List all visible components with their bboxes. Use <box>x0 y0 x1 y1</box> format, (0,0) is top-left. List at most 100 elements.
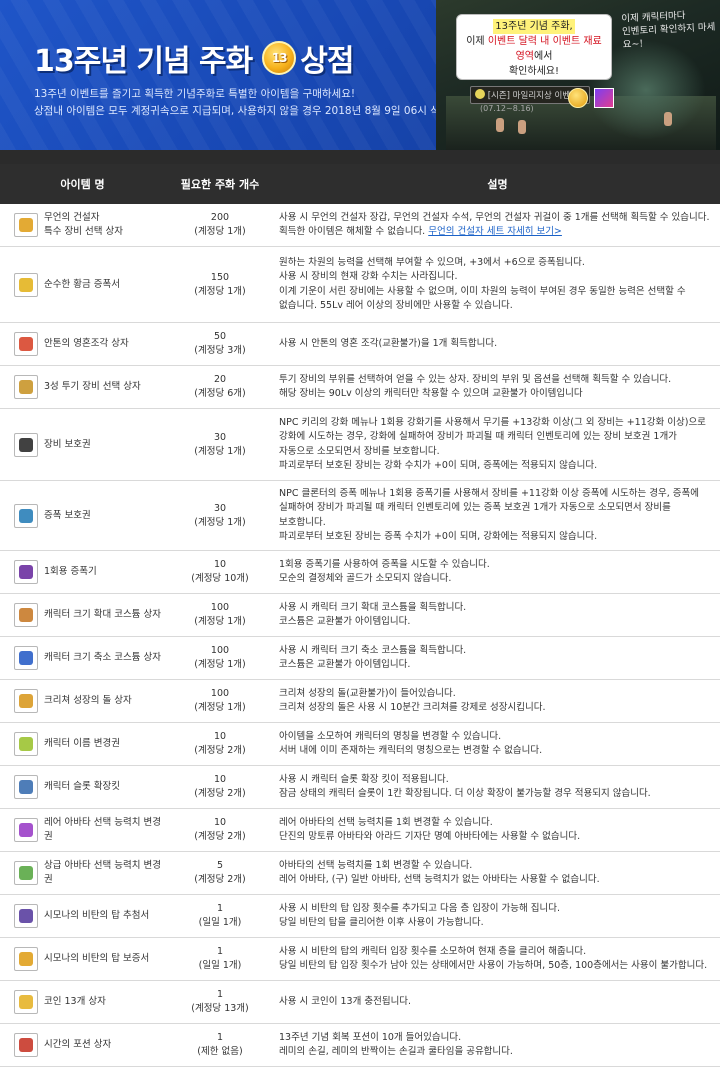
coin-price: 200 <box>210 212 230 223</box>
item-name-line: 레어 아바타 선택 능력치 변경권 <box>44 817 161 842</box>
purchase-limit: (일일 1개) <box>198 917 242 928</box>
coin-count-cell: 10 (계정당 2개) <box>165 773 275 801</box>
item-name-line: 순수한 황금 증폭서 <box>44 278 120 290</box>
table-row: 캐릭터 슬롯 확장킷 10 (계정당 2개) 사용 시 캐릭터 슬롯 확장 킷이 적용… <box>0 766 720 809</box>
table-row: 3성 투기 장비 선택 상자 20 (계정당 6개) 투기 장비의 부위를 선택하여 … <box>0 366 720 409</box>
event-bar-date: (07.12~8.16) <box>480 104 534 113</box>
table-row: 증폭 보호권 30 (계정당 1개) NPC 클론터의 증폭 메뉴나 1회용 증폭기를… <box>0 481 720 551</box>
item-name-cell: 장비 보호권 <box>0 409 165 480</box>
coin-count-cell: 20 (계정당 6개) <box>165 373 275 401</box>
item-name-line: 캐릭터 이름 변경권 <box>44 738 120 749</box>
set-details-link[interactable]: 무언의 건설자 세트 자세히 보기> <box>428 226 562 237</box>
coin-price: 10 <box>213 731 227 742</box>
item-name-line: 3성 투기 장비 선택 상자 <box>44 381 141 392</box>
item-icon <box>14 732 38 756</box>
item-icon <box>14 213 38 237</box>
item-name: 캐릭터 크기 확대 코스튬 상자 <box>44 608 161 622</box>
coin-price: 1 <box>216 1032 224 1043</box>
description-line: 13주년 기념 회복 포션이 10개 들어있습니다. <box>279 1031 462 1043</box>
coin-price: 100 <box>210 645 230 656</box>
character-figure <box>518 120 526 134</box>
table-row: 캐릭터 크기 축소 코스튬 상자 100 (계정당 1개) 사용 시 캐릭터 크기 축… <box>0 637 720 680</box>
item-name-line: 무언의 건설자 <box>44 212 100 223</box>
description-line: 잠금 상태의 캐릭터 슬롯이 1칸 확장됩니다. 더 이상 확장이 불가능할 경… <box>279 788 651 799</box>
description-cell: 사용 시 캐릭터 슬롯 확장 킷이 적용됩니다. 잠금 상태의 캐릭터 슬롯이 1… <box>275 773 720 802</box>
item-icon <box>14 990 38 1014</box>
purchase-limit: (일일 1개) <box>198 960 242 971</box>
game-screenshot: 13주년 기념 주화, 이제 이벤트 달력 내 이벤트 재료 영역에서 확인하세… <box>436 0 720 150</box>
description-line: 사용 시 비탄의 탑 입장 횟수를 추가되고 다음 층 입장이 가능해 집니다. <box>279 902 560 914</box>
description-cell: 사용 시 비탄의 탑 입장 횟수를 추가되고 다음 층 입장이 가능해 집니다.… <box>275 902 720 931</box>
item-name-cell: 캐릭터 이름 변경권 <box>0 723 165 765</box>
purchase-limit: (계정당 2개) <box>194 745 246 756</box>
coin-price: 1 <box>216 903 224 914</box>
item-icon <box>14 432 38 457</box>
purchase-limit: (제한 없음) <box>197 1046 243 1057</box>
description-text: 획득한 아이템은 해체할 수 없습니다. <box>279 226 426 237</box>
item-name: 캐릭터 슬롯 확장킷 <box>44 780 120 794</box>
purchase-limit: (계정당 1개) <box>194 702 246 713</box>
description-line: 사용 시 캐릭터 크기 확대 코스튬을 획득합니다. <box>279 601 467 613</box>
coin-icon-label: 13 <box>271 51 288 65</box>
item-name: 캐릭터 크기 축소 코스튬 상자 <box>44 651 161 665</box>
coin-price: 30 <box>213 502 227 514</box>
description-line: 서버 내에 이미 존재하는 캐릭터의 명칭으로는 변경할 수 없습니다. <box>279 745 543 756</box>
coin-count-cell: 200 (계정당 1개) <box>165 211 275 239</box>
description-line: 모순의 결정체와 골드가 소모되지 않습니다. <box>279 573 452 584</box>
description-line: NPC 클론터의 증폭 메뉴나 1회용 증폭기를 사용해서 장비를 +11강화 … <box>279 487 699 499</box>
header-item-name: 아이템 명 <box>60 178 105 191</box>
description-line: 이계 기운이 서린 장비에는 사용할 수 없으며, 이미 차원의 능력이 부여된… <box>279 285 686 297</box>
table-row: 순수한 황금 증폭서 150 (계정당 1개) 원하는 차원의 능력을 선택해 부여할… <box>0 247 720 323</box>
item-name-cell: 순수한 황금 증폭서 <box>0 247 165 322</box>
description-line: 사용 시 코인이 13개 충전됩니다. <box>279 995 412 1007</box>
item-name-cell: 크리쳐 성장의 돌 상자 <box>0 680 165 722</box>
coin-count-cell: 100 (계정당 1개) <box>165 644 275 672</box>
item-name-cell: 캐릭터 슬롯 확장킷 <box>0 766 165 808</box>
table-row: 시간의 포션 상자 1 (제한 없음) 13주년 기념 회복 포션이 10개 들어있습… <box>0 1024 720 1067</box>
bubble-line: 에서 <box>534 51 553 62</box>
item-name-line: 장비 보호권 <box>44 438 91 450</box>
header-description: 설명 <box>487 178 508 191</box>
purchase-limit: (계정당 1개) <box>194 226 246 237</box>
coin-price: 150 <box>210 271 230 283</box>
item-name-line: 안톤의 영혼조각 상자 <box>44 338 129 349</box>
description-line: 파괴로부터 보호된 장비는 강화 수치가 +0이 되며, 증폭에는 적용되지 않… <box>279 460 598 471</box>
speech-bubble: 13주년 기념 주화, 이제 이벤트 달력 내 이벤트 재료 영역에서 확인하세… <box>456 14 612 80</box>
item-name-cell: 시간의 포션 상자 <box>0 1024 165 1066</box>
item-name-cell: 안톤의 영혼조각 상자 <box>0 323 165 365</box>
item-name: 시간의 포션 상자 <box>44 1038 111 1052</box>
table-row: 안톤의 영혼조각 상자 50 (계정당 3개) 사용 시 안톤의 영혼 조각(교환불가… <box>0 323 720 366</box>
item-icon <box>14 646 38 670</box>
item-name: 무언의 건설자특수 장비 선택 상자 <box>44 211 123 239</box>
coin-count-cell: 1 (일일 1개) <box>165 902 275 930</box>
item-name-line: 1회용 증폭기 <box>44 566 97 577</box>
description-line: 사용 시 비탄의 탑의 캐릭터 입장 횟수를 소모하여 현재 층을 클리어 해줍… <box>279 945 587 957</box>
item-name-line: 캐릭터 슬롯 확장킷 <box>44 781 120 792</box>
item-name: 크리쳐 성장의 돌 상자 <box>44 694 132 708</box>
description-line: 없습니다. 55Lv 레어 이상의 장비에만 사용할 수 있습니다. <box>279 300 513 311</box>
item-icon <box>14 689 38 713</box>
table-row: 장비 보호권 30 (계정당 1개) NPC 키리의 강화 메뉴나 1회용 강화기를 … <box>0 409 720 481</box>
description-line: 아바타의 선택 능력치를 1회 변경할 수 있습니다. <box>279 859 473 871</box>
description-line: 크리쳐 성장의 돌은 사용 시 10분간 크리쳐를 강제로 성장시킵니다. <box>279 702 546 713</box>
coin-count-cell: 10 (계정당 2개) <box>165 816 275 844</box>
coin-count-cell: 30 (계정당 1개) <box>165 502 275 530</box>
item-icon <box>14 1033 38 1057</box>
purchase-limit: (계정당 2개) <box>194 874 246 885</box>
item-name-line: 캐릭터 크기 확대 코스튬 상자 <box>44 609 161 620</box>
description-line: 코스튬은 교환불가 아이템입니다. <box>279 616 411 627</box>
coin-price: 5 <box>216 860 224 871</box>
coin-price: 100 <box>210 688 230 699</box>
description-cell: 사용 시 안톤의 영혼 조각(교환불가)을 1개 획득합니다. <box>275 337 720 352</box>
description-line: 단진의 망토류 아바타와 아라드 기자단 명예 아바타에는 사용할 수 없습니다… <box>279 831 581 842</box>
item-name-cell: 상급 아바타 선택 능력치 변경권 <box>0 852 165 894</box>
item-name: 장비 보호권 <box>44 438 91 452</box>
title-text-part2: 상점 <box>300 44 354 79</box>
item-name-line: 시모나의 비탄의 탑 추첨서 <box>44 910 150 921</box>
coin-count-cell: 30 (계정당 1개) <box>165 431 275 459</box>
table-row: 레어 아바타 선택 능력치 변경권 10 (계정당 2개) 레어 아바타의 선택 능력… <box>0 809 720 852</box>
item-name: 캐릭터 이름 변경권 <box>44 737 120 751</box>
item-name-line: 특수 장비 선택 상자 <box>44 226 123 237</box>
character-figure <box>664 112 672 126</box>
coin-count-cell: 10 (계정당 2개) <box>165 730 275 758</box>
